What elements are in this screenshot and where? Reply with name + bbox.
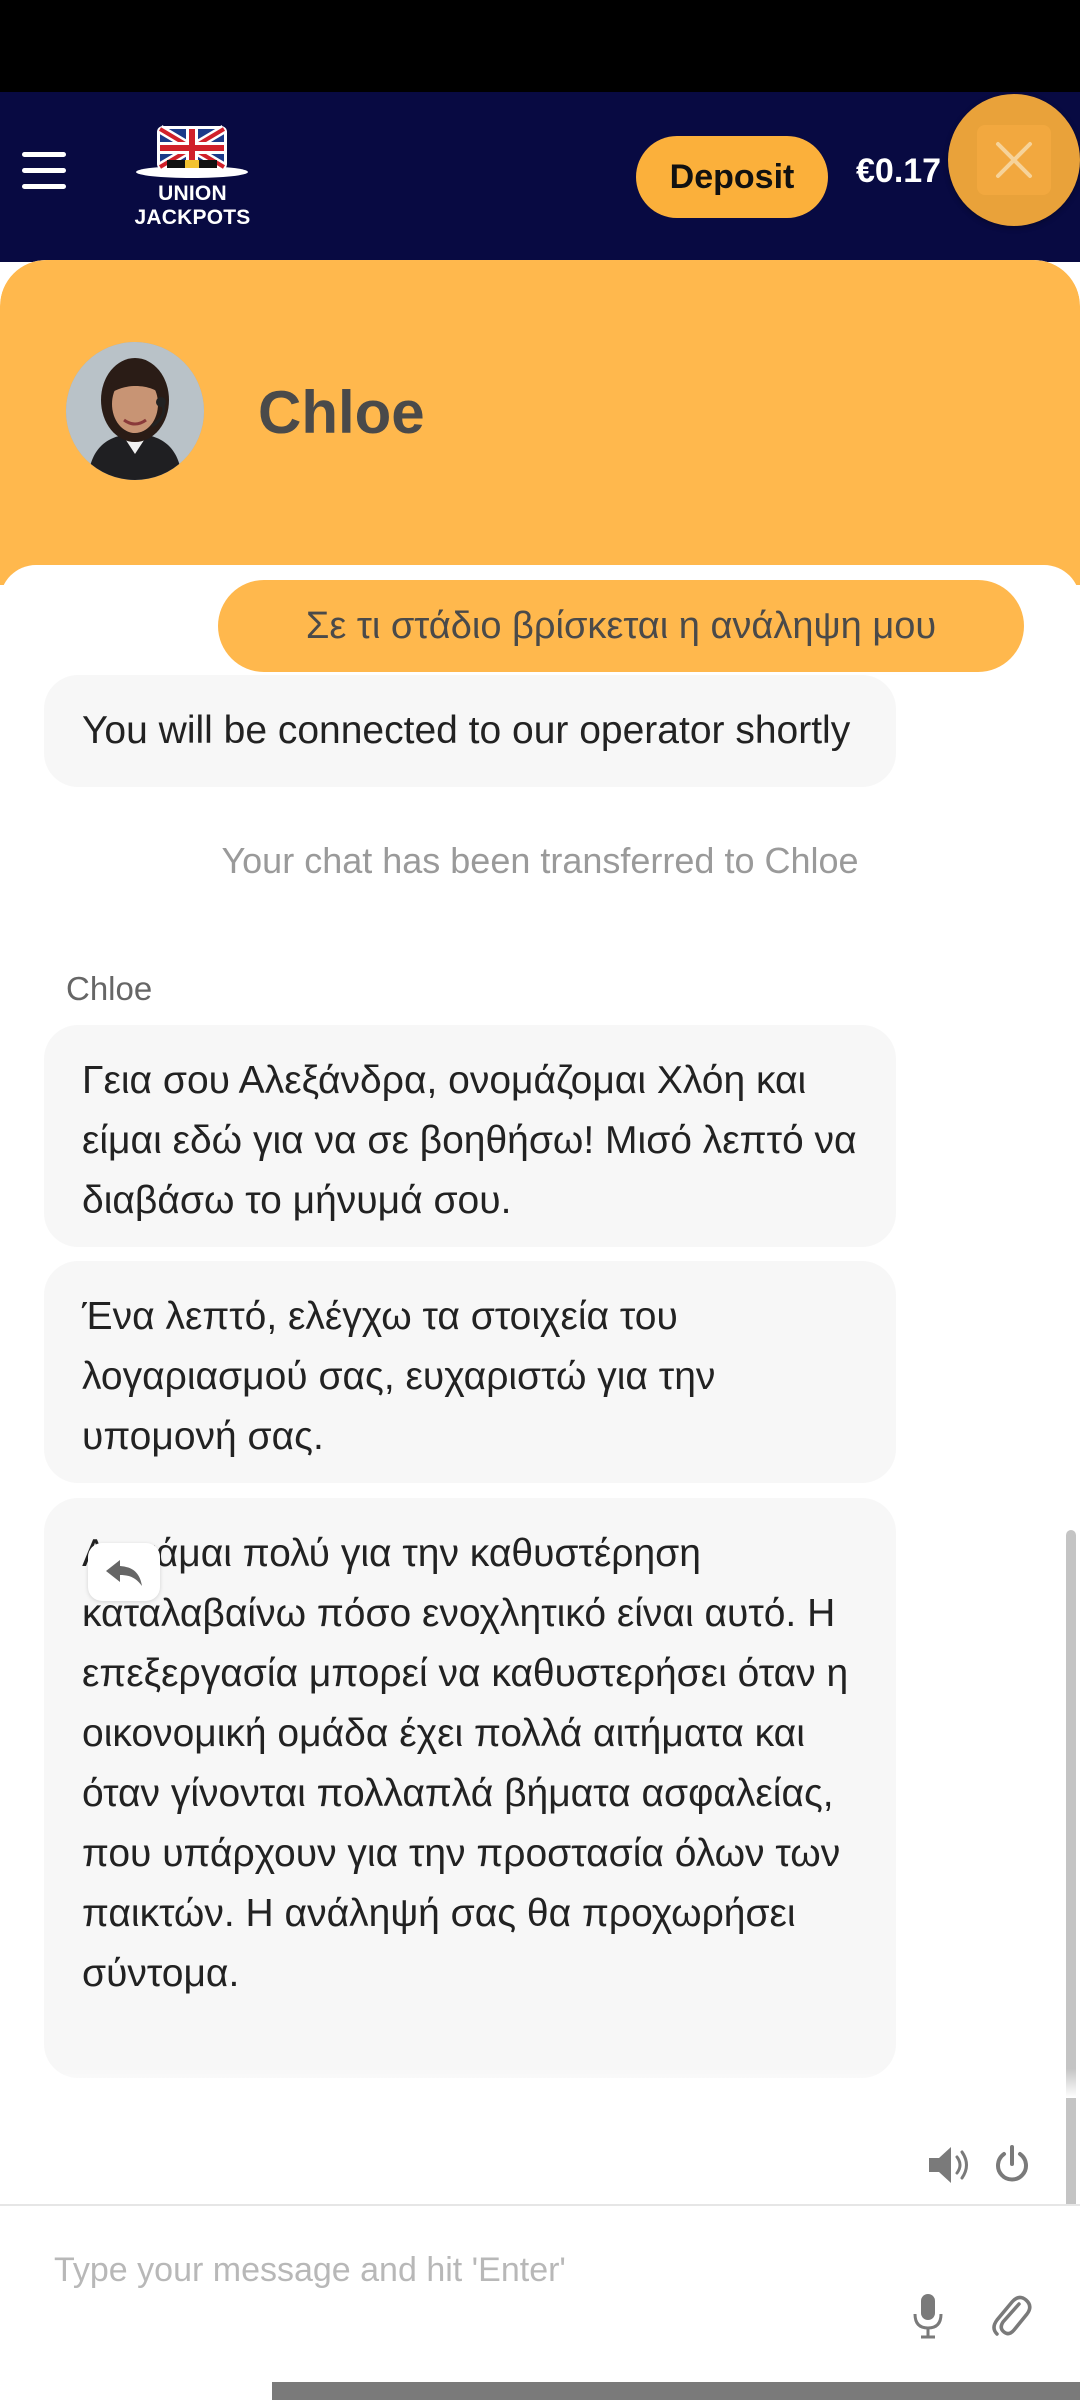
status-bar xyxy=(0,0,1080,92)
chat-header: Chloe xyxy=(0,260,1080,585)
logo-text: UNION JACKPOTS xyxy=(134,182,251,229)
bot-message: You will be connected to our operator sh… xyxy=(44,675,896,787)
site-header: UNION JACKPOTS Deposit €0.17 xyxy=(0,92,1080,262)
message-composer xyxy=(0,2204,1080,2400)
sender-label: Chloe xyxy=(66,970,153,1007)
close-icon xyxy=(977,125,1051,195)
microphone-icon[interactable] xyxy=(908,2288,948,2344)
balance-display[interactable]: €0.17 xyxy=(856,152,941,191)
chat-controls xyxy=(0,2130,1080,2200)
close-chat-button[interactable] xyxy=(948,94,1080,226)
paperclip-icon[interactable] xyxy=(986,2288,1036,2344)
agent-name: Chloe xyxy=(258,379,425,446)
agent-message: Γεια σου Αλεξάνδρα, ονομάζομαι Χλόη και … xyxy=(44,1025,896,1247)
user-message: Σε τι στάδιο βρίσκεται η ανάληψη μου xyxy=(218,580,1024,672)
reply-button[interactable] xyxy=(88,1543,160,1601)
message-input[interactable] xyxy=(54,2240,854,2300)
chat-panel: Chloe Σε τι στάδιο βρίσκεται η ανάληψη μ… xyxy=(0,260,1080,2400)
speaker-icon[interactable] xyxy=(922,2140,976,2190)
deposit-button[interactable]: Deposit xyxy=(636,136,828,218)
avatar xyxy=(66,342,204,480)
scroll-fade xyxy=(0,2068,1080,2098)
agent-message: Ένα λεπτό, ελέγχω τα στοιχεία του λογαρι… xyxy=(44,1261,896,1483)
message-list[interactable]: Σε τι στάδιο βρίσκεται η ανάληψη μου You… xyxy=(0,565,1080,2400)
home-indicator[interactable] xyxy=(272,2382,1080,2400)
power-icon[interactable] xyxy=(990,2140,1034,2190)
logo-hat-icon xyxy=(136,125,248,178)
agent-message: Λυπάμαι πολύ για την καθυστέρηση καταλαβ… xyxy=(44,1498,896,2078)
reply-icon xyxy=(106,1560,142,1586)
transfer-notice: Your chat has been transferred to Chloe xyxy=(221,840,859,881)
menu-icon[interactable] xyxy=(22,152,66,190)
union-jackpots-logo[interactable]: UNION JACKPOTS xyxy=(105,120,280,229)
